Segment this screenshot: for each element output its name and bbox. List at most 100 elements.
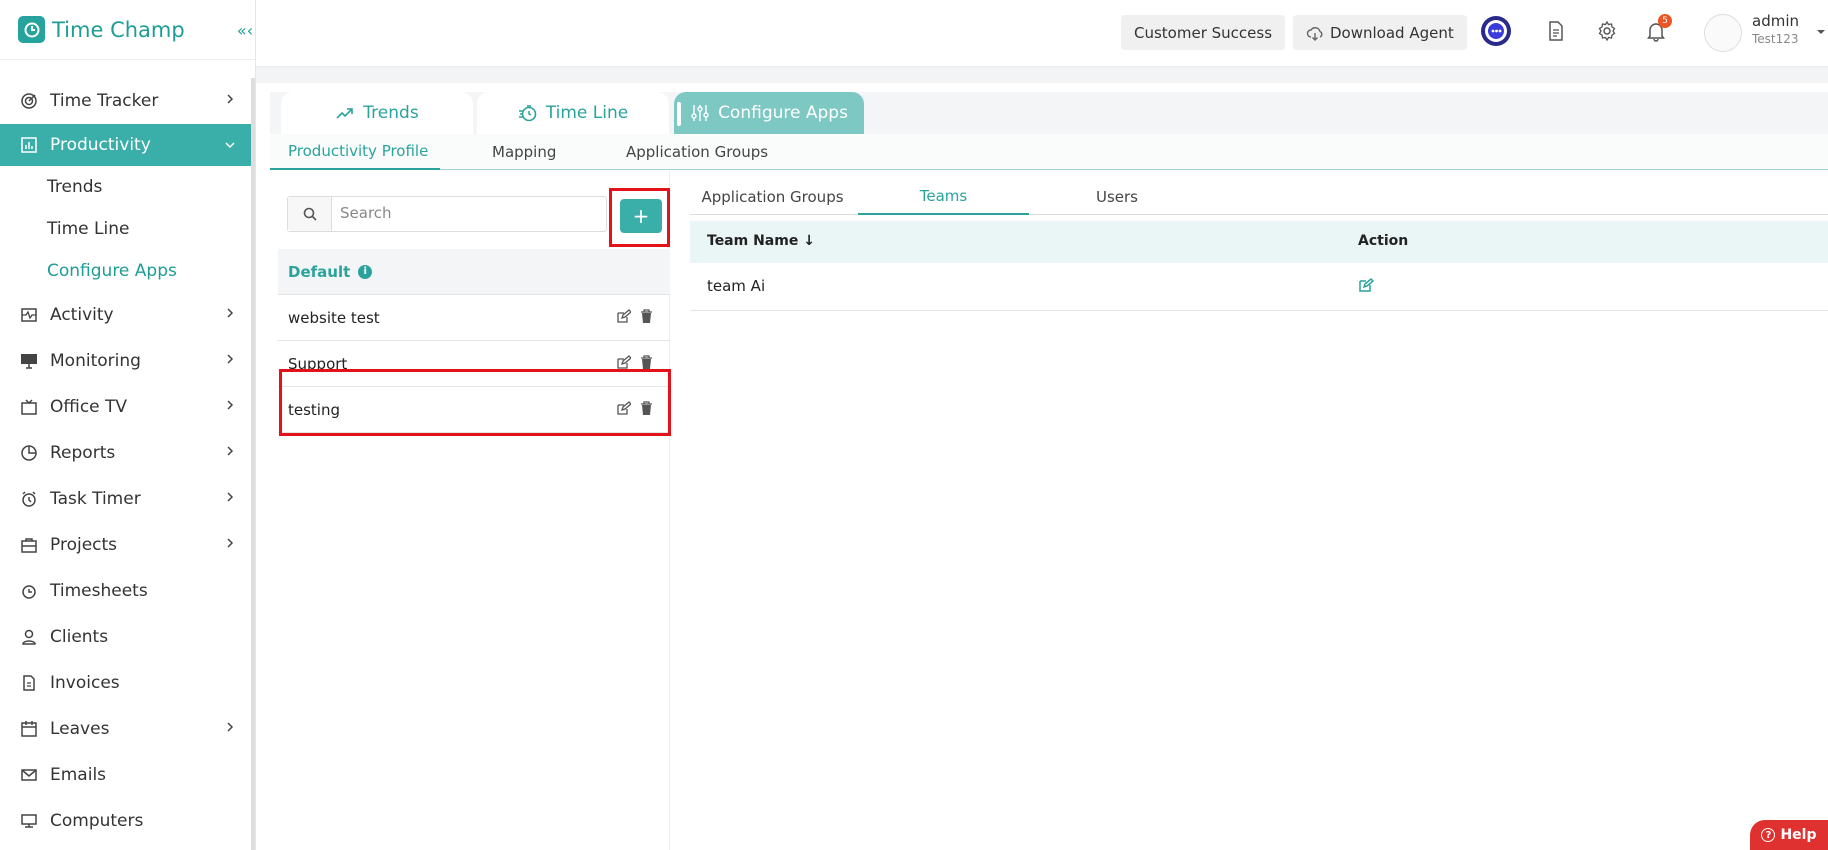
- sidebar-item-label: Task Timer: [50, 489, 141, 509]
- delete-icon[interactable]: [639, 309, 654, 324]
- profile-panel: + Default i website test Support: [270, 171, 671, 850]
- trend-up-icon: [336, 108, 354, 119]
- tab-users[interactable]: Users: [1032, 179, 1202, 215]
- chevron-right-icon: [227, 94, 234, 104]
- help-button[interactable]: ? Help: [1750, 820, 1828, 850]
- speed-timer-icon: [518, 105, 537, 122]
- briefcase-icon: [20, 536, 38, 554]
- tab-time-line[interactable]: Time Line: [477, 92, 669, 134]
- computer-icon: [20, 812, 38, 830]
- tab-label: Time Line: [545, 103, 629, 123]
- sidebar-item-task-timer[interactable]: Task Timer: [0, 476, 255, 522]
- chevron-down-icon: [225, 142, 235, 149]
- sidebar-nav: Time Tracker Productivity Trends Time Li…: [0, 78, 255, 844]
- sidebar-subitem-configure-apps[interactable]: Configure Apps: [0, 250, 255, 292]
- chevron-right-icon: [227, 400, 234, 410]
- sidebar-item-label: Reports: [50, 443, 116, 463]
- search-box: [287, 196, 607, 232]
- pie-chart-icon: [20, 444, 38, 462]
- sidebar-item-label: Invoices: [50, 673, 120, 693]
- sidebar-subitem-trends[interactable]: Trends: [0, 166, 255, 208]
- info-icon[interactable]: i: [358, 264, 373, 279]
- sidebar-item-reports[interactable]: Reports: [0, 430, 255, 476]
- sidebar-item-monitoring[interactable]: Monitoring: [0, 338, 255, 384]
- target-icon: [20, 92, 38, 110]
- logo-icon: [18, 16, 45, 43]
- default-label: Default: [288, 262, 351, 281]
- tab-teams[interactable]: Teams: [858, 179, 1029, 215]
- column-header-action: Action: [1358, 233, 1409, 249]
- edit-icon[interactable]: [616, 355, 631, 370]
- notification-bell-icon[interactable]: 5: [1643, 14, 1672, 44]
- sidebar-item-label: Projects: [50, 535, 118, 555]
- subtab-productivity-profile[interactable]: Productivity Profile: [270, 134, 440, 170]
- chevron-right-icon: [227, 538, 234, 548]
- sidebar-item-label: Emails: [50, 765, 107, 785]
- app-title: Time Champ: [52, 17, 185, 42]
- list-item[interactable]: website test: [278, 295, 670, 341]
- user-icon: [20, 628, 38, 646]
- avatar[interactable]: [1704, 14, 1742, 52]
- edit-icon[interactable]: [1358, 277, 1374, 293]
- chevron-right-icon: [227, 308, 234, 318]
- settings-gear-icon[interactable]: [1594, 18, 1620, 44]
- sidebar-item-label: Clients: [50, 627, 109, 647]
- tab-label: Trends: [363, 103, 419, 123]
- clock-icon: [20, 582, 38, 600]
- bar-chart-icon: [20, 136, 38, 154]
- search-icon[interactable]: [288, 197, 332, 231]
- collapse-sidebar-icon[interactable]: «‹: [233, 18, 257, 42]
- sidebar-subitem-time-line[interactable]: Time Line: [0, 208, 255, 250]
- chevron-right-icon: [227, 354, 234, 364]
- sidebar-item-label: Timesheets: [50, 581, 148, 601]
- chevron-right-icon: [227, 492, 234, 502]
- notification-badge: 5: [1658, 14, 1672, 28]
- table-row: team Ai: [690, 263, 1828, 311]
- sidebar-item-label: Monitoring: [50, 351, 141, 371]
- alarm-icon: [20, 490, 38, 508]
- sidebar-item-time-tracker[interactable]: Time Tracker: [0, 78, 255, 124]
- tab-application-groups[interactable]: Application Groups: [690, 179, 855, 215]
- sidebar-item-emails[interactable]: Emails: [0, 752, 255, 798]
- highlight-box-row: [279, 369, 671, 436]
- help-question-icon: ?: [1761, 828, 1776, 842]
- document-icon[interactable]: [1543, 18, 1569, 44]
- sidebar-item-computers[interactable]: Computers: [0, 798, 255, 844]
- tab-trends[interactable]: Trends: [281, 92, 473, 134]
- column-header-team-name[interactable]: Team Name ↓: [707, 233, 815, 249]
- subtab-mapping[interactable]: Mapping: [492, 134, 556, 170]
- sidebar-item-activity[interactable]: Activity: [0, 292, 255, 338]
- sidebar-item-label: Leaves: [50, 719, 110, 739]
- sidebar-item-clients[interactable]: Clients: [0, 614, 255, 660]
- user-org: Test123: [1752, 32, 1799, 46]
- sidebar-item-leaves[interactable]: Leaves: [0, 706, 255, 752]
- chevron-right-icon: [227, 446, 234, 456]
- tv-icon: [20, 398, 38, 416]
- subtab-application-groups[interactable]: Application Groups: [626, 134, 768, 170]
- sort-down-icon: ↓: [803, 233, 815, 249]
- tab-label: Configure Apps: [718, 103, 848, 123]
- sidebar-scrollbar[interactable]: [251, 78, 255, 850]
- edit-icon[interactable]: [616, 309, 631, 324]
- sidebar-item-projects[interactable]: Projects: [0, 522, 255, 568]
- user-menu-caret-icon[interactable]: [1816, 28, 1826, 36]
- sidebar-item-invoices[interactable]: Invoices: [0, 660, 255, 706]
- logo-row: Time Champ «‹: [0, 0, 255, 60]
- active-tab-indicator: [677, 102, 681, 126]
- download-agent-button[interactable]: Download Agent: [1293, 15, 1467, 50]
- search-input[interactable]: [340, 204, 590, 222]
- delete-icon[interactable]: [639, 355, 654, 370]
- sidebar-item-office-tv[interactable]: Office TV: [0, 384, 255, 430]
- chat-brand-icon[interactable]: [1480, 15, 1512, 47]
- help-label: Help: [1780, 827, 1817, 843]
- highlight-box-add: [609, 188, 670, 247]
- invoice-icon: [20, 674, 38, 692]
- sidebar-item-label: Time Tracker: [50, 91, 159, 111]
- customer-success-button[interactable]: Customer Success: [1121, 15, 1286, 50]
- tab-configure-apps[interactable]: Configure Apps: [674, 92, 864, 134]
- sidebar-item-label: Computers: [50, 811, 144, 831]
- mail-icon: [20, 766, 38, 784]
- sidebar-item-timesheets[interactable]: Timesheets: [0, 568, 255, 614]
- sidebar-item-productivity[interactable]: Productivity: [0, 124, 255, 166]
- sidebar: Time Champ «‹ Time Tracker Productivity …: [0, 0, 256, 850]
